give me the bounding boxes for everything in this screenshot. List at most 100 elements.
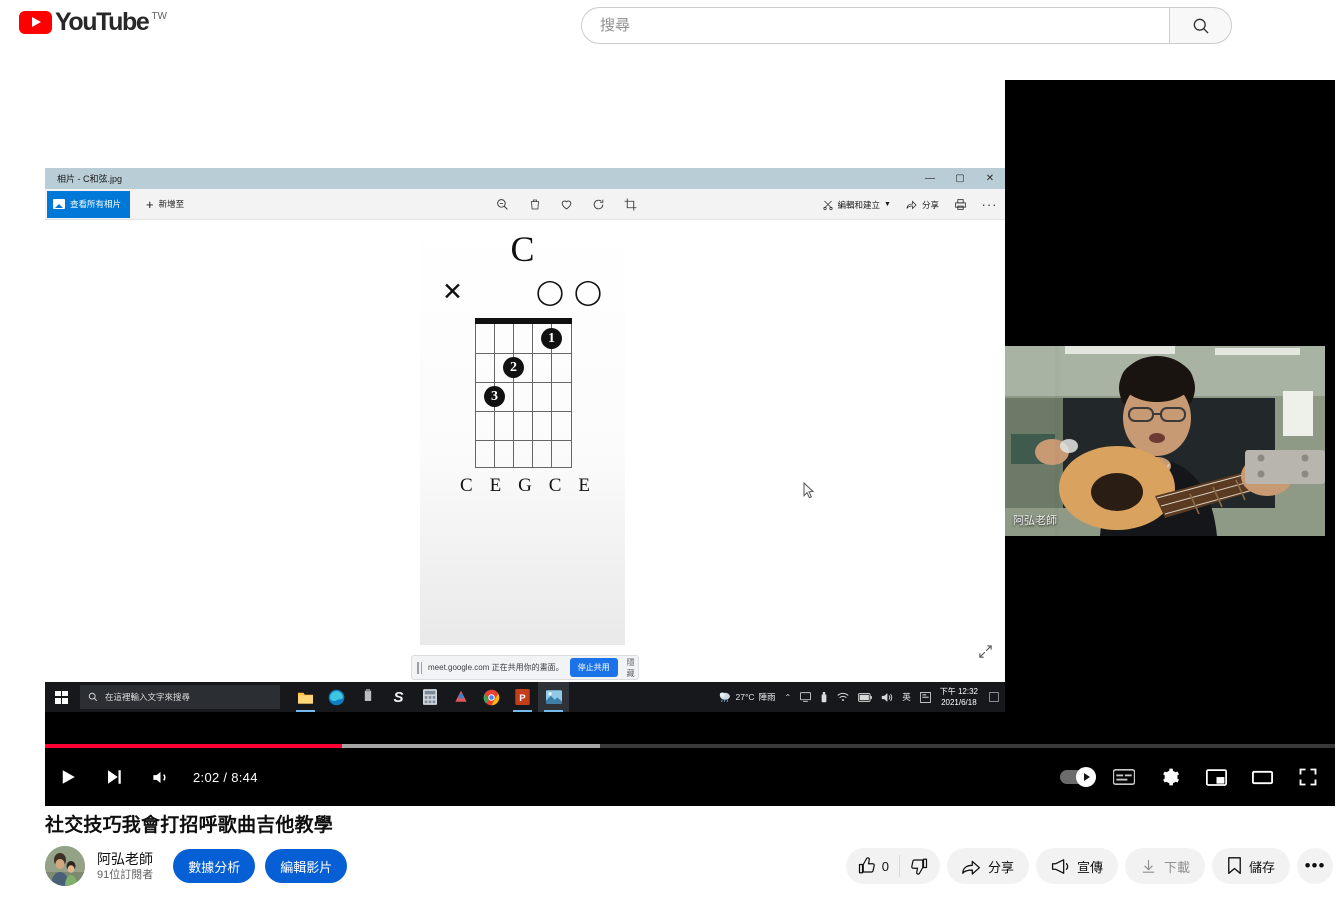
hide-bar-button[interactable]: 隱藏: [624, 657, 638, 679]
add-to-button[interactable]: + 新增至: [146, 197, 184, 212]
svg-text:P: P: [519, 693, 526, 704]
fullscreen-button[interactable]: [1285, 753, 1331, 801]
dislike-button[interactable]: [910, 857, 928, 875]
miniplayer-button[interactable]: [1193, 753, 1239, 801]
analytics-button[interactable]: 數據分析: [173, 849, 256, 883]
meet-screenshare-bar: meet.google.com 正在共用你的畫面。 停止共用 隱藏: [411, 655, 639, 680]
windows-start-icon[interactable]: [45, 682, 78, 712]
taskbar-app-usb-device[interactable]: [352, 682, 383, 712]
search-icon: [1193, 18, 1209, 34]
photo-viewer-canvas[interactable]: C ✕ ◯ ◯ 1 2 3 C E G C E: [45, 220, 1005, 672]
next-video-icon: [108, 770, 121, 784]
thumbs-down-icon: [911, 858, 928, 875]
view-all-photos-label: 查看所有相片: [70, 199, 122, 209]
taskbar-app-microsoft-edge[interactable]: [321, 682, 352, 712]
like-count: 0: [881, 858, 889, 874]
search-icon: [88, 692, 98, 702]
search-input[interactable]: [581, 7, 1169, 44]
note-name: C: [460, 475, 473, 496]
taskbar-app-google-chrome[interactable]: [476, 682, 507, 712]
megaphone-icon: [1051, 858, 1069, 874]
clock-time: 下午 12:32: [939, 687, 978, 696]
play-button[interactable]: [45, 753, 91, 801]
like-button[interactable]: 0: [858, 857, 889, 875]
maximize-button[interactable]: ▢: [945, 168, 975, 189]
close-button[interactable]: ✕: [975, 168, 1005, 189]
rotate-icon[interactable]: [591, 197, 606, 212]
time-display: 2:02 / 8:44: [193, 769, 258, 785]
taskbar-app-calculator[interactable]: [414, 682, 445, 712]
youtube-logo[interactable]: YouTube TW: [19, 8, 167, 36]
weather-widget[interactable]: 27°C 陣雨: [718, 691, 776, 703]
player-controls: 2:02 / 8:44: [45, 748, 1335, 806]
guitar-chord-diagram-image: C ✕ ◯ ◯ 1 2 3 C E G C E: [420, 220, 625, 645]
theater-mode-button[interactable]: [1239, 753, 1285, 801]
ime-indicator[interactable]: 英: [902, 691, 911, 703]
finger-marker-3: 3: [484, 386, 505, 407]
view-all-photos-button[interactable]: 查看所有相片: [47, 190, 131, 218]
promote-button[interactable]: 宣傳: [1035, 848, 1118, 884]
stop-sharing-button[interactable]: 停止共用: [569, 658, 618, 677]
edit-and-create-button[interactable]: 編輯和建立 ▼: [822, 199, 891, 211]
windows-taskbar: 在這裡輸入文字來搜尋 S P 27°C 陣雨 ⌃ 英 下午 12:32 2021…: [45, 682, 1005, 712]
print-icon[interactable]: [953, 197, 968, 212]
gear-icon: [1163, 768, 1180, 786]
autoplay-toggle[interactable]: [1060, 767, 1096, 787]
share-button[interactable]: 分享: [905, 199, 939, 211]
drag-grip-icon[interactable]: [417, 661, 422, 674]
search-button[interactable]: [1169, 7, 1232, 44]
taskbar-app-file-explorer[interactable]: [290, 682, 321, 712]
string-marker-o-6: ◯: [574, 277, 602, 306]
theater-mode-icon: [1251, 770, 1273, 784]
action-center-icon[interactable]: [919, 691, 931, 703]
video-action-bar: 0 分享 宣傳 下載 儲存 •••: [845, 848, 1333, 884]
webcam-name-label: 阿弘老師: [1013, 515, 1057, 527]
share-arrow-icon: [906, 200, 917, 209]
chevron-up-icon[interactable]: ⌃: [785, 693, 792, 702]
minimize-button[interactable]: —: [915, 168, 945, 189]
favorite-heart-icon[interactable]: [559, 197, 574, 212]
settings-button[interactable]: [1147, 753, 1193, 801]
system-tray: 27°C 陣雨 ⌃ 英 下午 12:32 2021/6/18: [718, 682, 1005, 712]
channel-avatar[interactable]: [45, 846, 85, 886]
volume-button[interactable]: [137, 753, 183, 801]
crop-icon[interactable]: [623, 197, 638, 212]
taskbar-app-list: S P: [290, 682, 569, 712]
note-name: E: [489, 475, 502, 496]
autoplay-button[interactable]: [1055, 753, 1101, 801]
taskbar-app-powerpoint[interactable]: P: [507, 682, 538, 712]
subtitles-button[interactable]: [1101, 753, 1147, 801]
channel-name[interactable]: 阿弘老師: [97, 850, 153, 868]
save-button[interactable]: 儲存: [1211, 848, 1290, 884]
download-button: 下載: [1124, 848, 1205, 884]
bookmark-icon: [1228, 857, 1241, 875]
more-horizontal-icon[interactable]: ···: [982, 197, 997, 212]
video-player[interactable]: 相片 - C和弦.jpg — ▢ ✕ 查看所有相片 + 新增至 編輯和建立 ▼ …: [45, 80, 1335, 806]
battery-icon[interactable]: [858, 692, 873, 702]
usb-icon[interactable]: [820, 691, 828, 703]
taskbar-app-team[interactable]: [445, 682, 476, 712]
next-video-button[interactable]: [91, 753, 137, 801]
note-names-row: C E G C E: [460, 475, 590, 497]
thumbs-up-icon: [858, 857, 875, 874]
taskbar-app-snip-tool[interactable]: S: [383, 682, 414, 712]
taskbar-search-input[interactable]: 在這裡輸入文字來搜尋: [80, 685, 280, 709]
show-desktop-button[interactable]: [987, 682, 1001, 712]
country-code-label: TW: [151, 11, 167, 22]
taskbar-clock[interactable]: 下午 12:32 2021/6/18: [940, 686, 978, 708]
youtube-wordmark: YouTube: [55, 8, 150, 36]
expand-image-icon[interactable]: [978, 644, 993, 664]
edit-video-button[interactable]: 編輯影片: [265, 849, 348, 883]
volume-icon: [152, 771, 166, 783]
plus-icon: +: [146, 196, 154, 212]
zoom-icon[interactable]: [495, 197, 510, 212]
share-arrow-icon: [962, 860, 980, 875]
fretboard-grid: 1 2 3: [475, 318, 572, 468]
delete-icon[interactable]: [527, 197, 542, 212]
display-icon[interactable]: [800, 692, 812, 702]
share-button[interactable]: 分享: [946, 848, 1029, 884]
volume-icon[interactable]: [881, 692, 893, 703]
wifi-icon[interactable]: [837, 692, 849, 702]
taskbar-app-photos[interactable]: [538, 682, 569, 712]
more-actions-button[interactable]: •••: [1297, 848, 1333, 884]
